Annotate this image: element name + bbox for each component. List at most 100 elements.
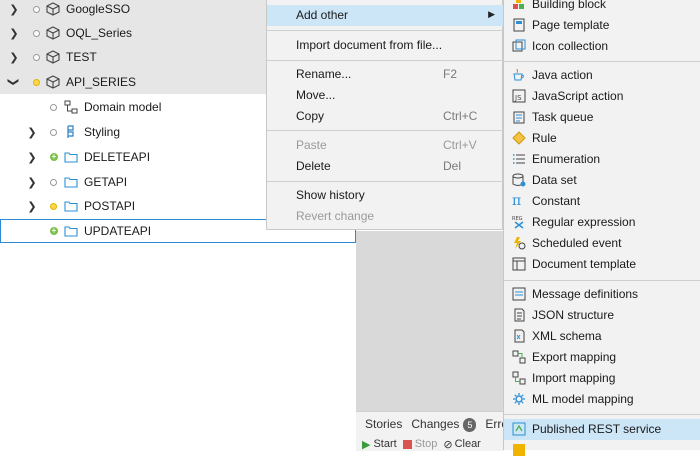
- tree-item-label: API_SERIES: [66, 75, 137, 89]
- java-cup-icon: [513, 68, 524, 81]
- submenu-item-partial-next[interactable]: [504, 440, 700, 461]
- menu-item-show-history[interactable]: Show history: [267, 185, 503, 206]
- submenu-item-label: Export mapping: [532, 350, 617, 364]
- status-dot-icon: [33, 54, 40, 61]
- chevron-down-icon[interactable]: ❯: [8, 76, 20, 88]
- submenu-item-label: Import mapping: [532, 371, 616, 385]
- status-dot-icon: [33, 30, 40, 37]
- clear-button[interactable]: ⊘ Clear: [443, 438, 481, 451]
- submenu-item-javascript-action[interactable]: JS JavaScript action: [504, 86, 700, 107]
- submenu-item-page-template[interactable]: Page template: [504, 15, 700, 36]
- start-button[interactable]: ▶ Start: [362, 438, 397, 451]
- submenu-item-ml-model-mapping[interactable]: ML model mapping: [504, 389, 700, 410]
- submenu-item-java-action[interactable]: Java action: [504, 65, 700, 86]
- clear-label: Clear: [454, 438, 481, 450]
- submenu-item-building-block[interactable]: Building block: [504, 0, 700, 15]
- tree-item-label: OQL_Series: [66, 26, 133, 40]
- submenu-item-label: Scheduled event: [532, 236, 622, 250]
- submenu-item-scheduled-event[interactable]: Scheduled event: [504, 233, 700, 254]
- menu-item-rename[interactable]: Rename... F2: [267, 64, 503, 85]
- stop-icon: [402, 439, 412, 449]
- menu-item-paste[interactable]: Paste Ctrl+V: [267, 135, 503, 156]
- menu-item-revert-change[interactable]: Revert change: [267, 206, 503, 227]
- submenu-item-label: Task queue: [532, 110, 594, 124]
- chevron-right-icon[interactable]: ❯: [26, 176, 38, 189]
- console-toolbar: ▶ Start Stop ⊘ Clear: [356, 437, 504, 451]
- menu-item-label: Add other: [296, 8, 349, 22]
- chevron-right-icon[interactable]: ❯: [8, 3, 20, 16]
- database-icon: [512, 173, 526, 187]
- tab-changes-label: Changes: [411, 416, 460, 431]
- bottom-tabs: Stories Changes 5 Erro: [356, 412, 508, 436]
- submenu-item-icon-collection[interactable]: Icon collection: [504, 36, 700, 57]
- svg-text:JS: JS: [514, 94, 522, 102]
- submenu-item-xml-schema[interactable]: XML schema: [504, 326, 700, 347]
- submenu-item-task-queue[interactable]: Task queue: [504, 107, 700, 128]
- chevron-right-icon[interactable]: ❯: [8, 51, 20, 64]
- chevron-right-icon[interactable]: ❯: [8, 27, 20, 40]
- submenu-item-message-definitions[interactable]: Message definitions: [504, 284, 700, 305]
- start-label: Start: [373, 438, 397, 450]
- chevron-right-icon[interactable]: ❯: [26, 200, 38, 213]
- menu-item-label: Delete: [296, 159, 331, 173]
- tree-item-label: DELETEAPI: [84, 150, 151, 164]
- status-dot-icon: [50, 179, 57, 186]
- stop-button[interactable]: Stop: [402, 438, 438, 450]
- add-other-submenu: Building block Page template Icon collec…: [503, 0, 700, 456]
- menu-separator: [267, 60, 503, 61]
- tree-item-label: UPDATEAPI: [84, 224, 152, 238]
- submenu-item-label: Rule: [532, 131, 557, 145]
- menu-item-shortcut: Del: [443, 159, 462, 173]
- submenu-item-document-template[interactable]: Document template: [504, 254, 700, 275]
- menu-separator: [504, 414, 700, 415]
- page-template-icon: [513, 18, 525, 32]
- submenu-item-label: Enumeration: [532, 152, 601, 166]
- play-icon: ▶: [362, 438, 371, 451]
- chevron-right-icon[interactable]: ❯: [26, 126, 38, 139]
- menu-item-copy[interactable]: Copy Ctrl+C: [267, 106, 503, 127]
- submenu-item-data-set[interactable]: Data set: [504, 170, 700, 191]
- document-template-icon: [512, 257, 526, 271]
- menu-item-add-other[interactable]: Add other ▶: [267, 5, 503, 26]
- next-item-icon: [513, 444, 525, 456]
- submenu-item-rule[interactable]: Rule: [504, 128, 700, 149]
- domain-model-icon: [64, 100, 78, 114]
- tree-item-label: POSTAPI: [84, 199, 136, 213]
- tab-changes[interactable]: Changes 5: [411, 416, 477, 432]
- tab-stories[interactable]: Stories: [365, 417, 402, 431]
- modified-dot-icon: [33, 79, 40, 86]
- menu-separator: [267, 130, 503, 131]
- chevron-right-icon[interactable]: ❯: [26, 151, 38, 164]
- menu-item-move[interactable]: Move...: [267, 85, 503, 106]
- submenu-item-enumeration[interactable]: Enumeration: [504, 149, 700, 170]
- clear-icon: ⊘: [443, 438, 453, 451]
- submenu-item-label: JavaScript action: [532, 89, 624, 103]
- menu-item-label: Copy: [296, 109, 325, 123]
- submenu-item-label: Constant: [532, 194, 581, 208]
- submenu-item-json-structure[interactable]: JSON structure: [504, 305, 700, 326]
- menu-item-delete[interactable]: Delete Del: [267, 156, 503, 177]
- menu-item-import-document[interactable]: Import document from file...: [267, 35, 503, 56]
- menu-item-shortcut: Ctrl+V: [443, 138, 477, 152]
- menu-separator: [504, 280, 700, 281]
- menu-item-shortcut: Ctrl+C: [443, 109, 478, 123]
- scheduled-event-icon: [514, 237, 526, 250]
- icon-collection-icon: [512, 39, 526, 52]
- module-box-icon: [46, 50, 60, 64]
- menu-separator: [267, 30, 503, 31]
- submenu-item-regular-expression[interactable]: REG Regular expression: [504, 212, 700, 233]
- module-box-icon: [46, 2, 60, 16]
- folder-icon: [64, 226, 78, 237]
- tree-item-label: GoogleSSO: [66, 2, 131, 16]
- submenu-item-published-rest-service[interactable]: Published REST service: [504, 419, 700, 440]
- folder-icon: [64, 201, 78, 212]
- menu-separator: [267, 181, 503, 182]
- submenu-item-label: Data set: [532, 173, 577, 187]
- tree-item-label: Domain model: [84, 100, 162, 114]
- submenu-item-import-mapping[interactable]: Import mapping: [504, 368, 700, 389]
- stop-label: Stop: [414, 438, 438, 450]
- menu-item-label: Revert change: [296, 209, 375, 223]
- submenu-item-label: Regular expression: [532, 215, 636, 229]
- submenu-item-export-mapping[interactable]: Export mapping: [504, 347, 700, 368]
- submenu-item-constant[interactable]: π Constant: [504, 191, 700, 212]
